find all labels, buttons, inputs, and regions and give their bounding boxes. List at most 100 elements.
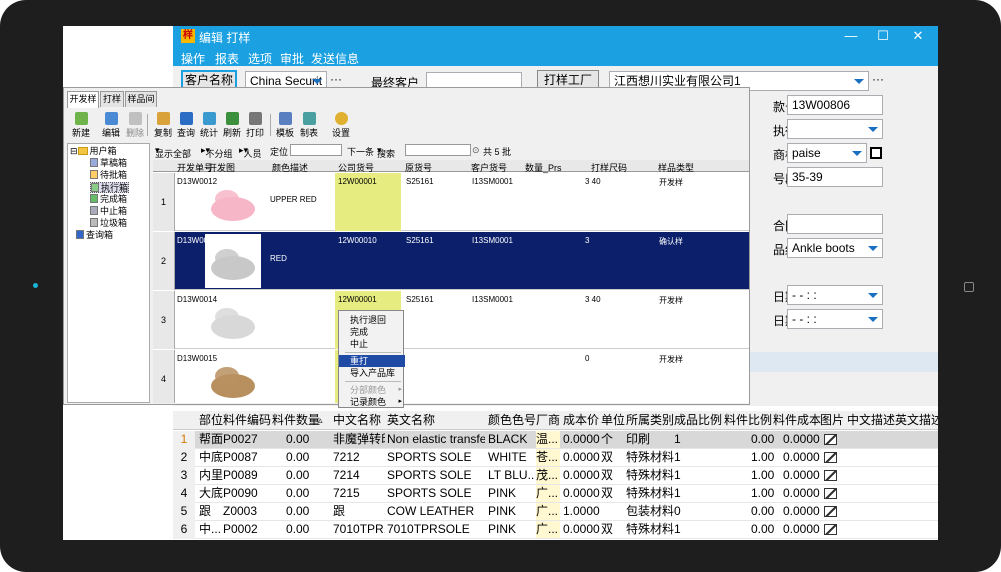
material-row[interactable]: 3 内里 P0089 0.00 7214 SPORTS SOLE LT BLU... 茂...… xyxy=(173,467,938,485)
row-header[interactable]: 3 xyxy=(153,291,175,349)
material-row[interactable]: 4 大底 P0090 0.00 7215 SPORTS SOLE PINK 广... 0.000… xyxy=(173,485,938,503)
print-button[interactable]: 打印 xyxy=(243,110,267,140)
executor-combo[interactable] xyxy=(787,119,883,139)
sample-row[interactable]: 3 D13W0014 12W00001 S25161 I13SM0001 3 40 开发样 xyxy=(153,291,749,349)
ctx-part-color[interactable]: 分部颜色 ▸ xyxy=(339,384,405,396)
tree-item-executing[interactable]: 执行箱 xyxy=(90,182,130,193)
tree-item-pending[interactable]: 待批箱 xyxy=(90,170,127,181)
ctx-complete[interactable]: 完成 xyxy=(339,326,405,338)
picture-icon[interactable] xyxy=(824,452,837,463)
maximize-icon[interactable]: ☐ xyxy=(868,27,898,45)
col-en-desc[interactable]: 英文描述 xyxy=(895,412,938,429)
col-material-cost[interactable]: 料件成本 xyxy=(773,412,821,429)
ctx-execute-return[interactable]: 执行退回 xyxy=(339,314,405,326)
material-row[interactable]: 6 中...P0002 0.00 7010TPR...7010TPRSOLE PINK 广… xyxy=(173,521,938,539)
col-picture[interactable]: 图片 xyxy=(820,412,844,429)
show-all-dropdown[interactable]: 显示全部 ▾ xyxy=(155,145,191,159)
menu-approval[interactable]: 审批 xyxy=(280,50,304,67)
contract-no-input[interactable] xyxy=(787,214,883,234)
col-material-code[interactable]: 料件编码 xyxy=(223,412,271,429)
group-dropdown[interactable]: ▸ 不分组 ▾ xyxy=(201,145,233,159)
sample-row[interactable]: 4D13W001512W000110开发样 xyxy=(153,350,749,403)
ctx-import-library[interactable]: 导入产品库 xyxy=(339,367,405,379)
person-dropdown[interactable]: ▸ 人员 ▾ xyxy=(239,145,262,159)
search-dropdown[interactable]: 搜索 ▾ xyxy=(377,145,395,159)
col-cost[interactable]: 成本价 xyxy=(563,412,599,429)
tab-sample-room[interactable]: 样品间 xyxy=(125,91,157,107)
menu-operate[interactable]: 操作 xyxy=(181,50,205,67)
factory-more-button[interactable]: ··· xyxy=(870,71,886,91)
brand-checkbox[interactable] xyxy=(870,147,882,159)
minimize-icon[interactable]: — xyxy=(836,27,866,45)
col-unit[interactable]: 单位 xyxy=(601,412,625,429)
picture-icon[interactable] xyxy=(824,506,837,517)
next-button[interactable]: 下一条 xyxy=(347,145,374,158)
material-row[interactable]: 5 跟 Z0003 0.00 跟 COW LEATHER PINK 广... 1.0000 包装材… xyxy=(173,503,938,521)
material-row[interactable]: 1 帮面P0027 0.00 非魔弹转印Non elastic transferBLA… xyxy=(173,431,938,449)
col-color-no[interactable]: 颜色色号 xyxy=(488,412,536,429)
locate-input[interactable] xyxy=(290,144,342,156)
sample-row[interactable]: 2 D13W0013 RED 12W00010 S25161 I13SM0001 3 确认样 xyxy=(153,232,749,290)
statistics-icon xyxy=(202,112,216,125)
cell-cust: I13SM0001 xyxy=(472,236,513,245)
picture-icon[interactable] xyxy=(824,524,837,535)
size-range-input[interactable]: 35-39 xyxy=(787,167,883,187)
row-header[interactable]: 4 xyxy=(153,350,175,403)
col-part[interactable]: 部位 xyxy=(199,412,223,429)
col-material-ratio[interactable]: 料件比例 xyxy=(724,412,772,429)
tab-development-sample[interactable]: 开发样 xyxy=(67,91,99,108)
col-material-qty[interactable]: 料件数量 xyxy=(272,412,320,429)
home-button[interactable] xyxy=(964,282,974,292)
picture-icon[interactable] xyxy=(824,434,837,445)
copy-button[interactable]: 复制 xyxy=(151,110,175,140)
cell-company: 12W00001 xyxy=(338,177,377,186)
ctx-record-color[interactable]: 记录颜色 ▸ xyxy=(339,396,405,408)
col-en-name[interactable]: 英文名称 xyxy=(387,412,435,429)
tree-item-query[interactable]: 查询箱 xyxy=(76,230,113,241)
cell-color: PINK xyxy=(488,522,517,536)
subcategory-combo[interactable]: Ankle boots xyxy=(787,238,883,258)
col-vendor[interactable]: 厂商 xyxy=(536,412,560,429)
ctx-reprint[interactable]: 重打 xyxy=(339,355,405,367)
search-input[interactable] xyxy=(405,144,471,156)
menu-report[interactable]: 报表 xyxy=(215,50,239,67)
tab-sampling[interactable]: 打样 xyxy=(100,91,124,107)
edit-icon xyxy=(104,112,118,125)
material-row[interactable]: 2 中底 P0087 0.00 7212 SPORTS SOLE WHITE 苍... 0.00… xyxy=(173,449,938,467)
menu-send-message[interactable]: 发送信息 xyxy=(311,50,359,67)
menu-options[interactable]: 选项 xyxy=(248,50,272,67)
edit-button[interactable]: 编辑 xyxy=(99,110,123,140)
picture-icon[interactable] xyxy=(824,488,837,499)
col-cn-name[interactable]: 中文名称 xyxy=(333,412,381,429)
tree-root[interactable]: ⊟ 用户箱 xyxy=(70,146,117,157)
date1-combo[interactable]: - - : : xyxy=(787,285,883,305)
row-header[interactable]: 2 xyxy=(153,232,175,290)
ctx-suspend[interactable]: 中止 xyxy=(339,338,405,350)
statistics-button[interactable]: 统计 xyxy=(197,110,221,140)
new-button[interactable]: 新建 xyxy=(69,110,93,140)
cell-cat: 特殊材料 xyxy=(626,522,675,536)
col-finished-ratio[interactable]: 成品比例 xyxy=(674,412,722,429)
delete-icon xyxy=(128,112,142,125)
date2-combo[interactable]: - - : : xyxy=(787,309,883,329)
template-button[interactable]: 模板 xyxy=(273,110,297,140)
col-category[interactable]: 所属类别 xyxy=(626,412,674,429)
sample-no-input[interactable]: 13W00806 xyxy=(787,95,883,115)
tree-item-suspended[interactable]: 中止箱 xyxy=(90,206,127,217)
cell-code: P0002 xyxy=(223,522,258,536)
close-icon[interactable]: ✕ xyxy=(903,27,933,45)
delete-button[interactable]: 删除 xyxy=(123,110,147,140)
refresh-button[interactable]: 刷新 xyxy=(220,110,244,140)
sample-row[interactable]: 1 D13W0012 UPPER RED 12W00001 S25161 I13SM000… xyxy=(153,173,749,231)
brand-combo[interactable]: paise xyxy=(787,143,867,163)
search-icon[interactable]: ⊙ xyxy=(472,145,480,156)
picture-icon[interactable] xyxy=(824,470,837,481)
tree-item-trash[interactable]: 垃圾箱 xyxy=(90,218,127,229)
settings-button[interactable]: 设置 xyxy=(329,110,353,140)
tabulate-button[interactable]: 制表 xyxy=(297,110,321,140)
col-cn-desc[interactable]: 中文描述 xyxy=(847,412,895,429)
query-button[interactable]: 查询 xyxy=(174,110,198,140)
tree-item-completed[interactable]: 完成箱 xyxy=(90,194,127,205)
row-header[interactable]: 1 xyxy=(153,173,175,231)
tree-item-draft[interactable]: 草稿箱 xyxy=(90,158,127,169)
